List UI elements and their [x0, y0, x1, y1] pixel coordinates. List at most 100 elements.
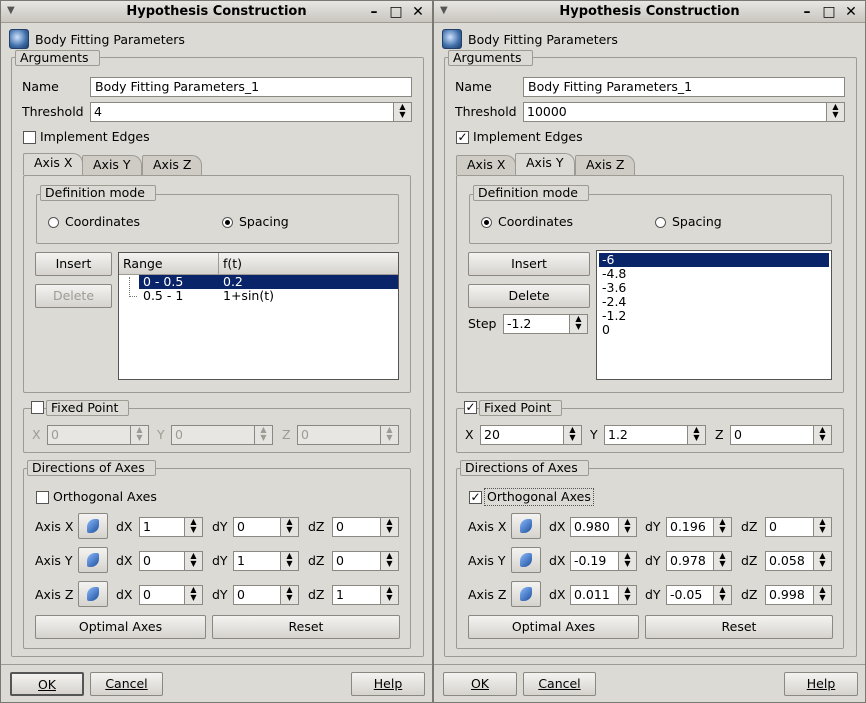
close-icon[interactable]: ✕	[843, 3, 859, 21]
axis-direction-icon[interactable]	[78, 547, 108, 573]
spin-arrows-icon[interactable]: ▲ ▼	[380, 518, 398, 536]
spin-arrows-icon[interactable]: ▲ ▼	[184, 586, 202, 604]
table-header-range[interactable]: Range	[119, 253, 219, 275]
axis-direction-icon[interactable]	[78, 581, 108, 607]
maximize-icon[interactable]: □	[821, 3, 837, 21]
ok-button[interactable]: OK	[443, 672, 517, 696]
axis-x-dz-spinbox[interactable]: 0 ▲ ▼	[332, 517, 399, 537]
orthogonal-axes-checkbox[interactable]	[36, 491, 49, 504]
spin-arrows-icon[interactable]: ▲ ▼	[280, 518, 298, 536]
maximize-icon[interactable]: □	[388, 3, 404, 21]
close-icon[interactable]: ✕	[410, 3, 426, 21]
spin-arrows-icon[interactable]: ▲ ▼	[130, 426, 148, 444]
axis-y-dy-spinbox[interactable]: 0.978 ▲ ▼	[666, 551, 732, 571]
spin-arrows-icon[interactable]: ▲ ▼	[813, 586, 831, 604]
axis-y-dz-spinbox[interactable]: 0 ▲ ▼	[332, 551, 399, 571]
spin-arrows-icon[interactable]: ▲ ▼	[184, 518, 202, 536]
spin-arrows-icon[interactable]: ▲ ▼	[563, 426, 581, 444]
reset-button[interactable]: Reset	[212, 615, 400, 639]
name-field[interactable]: Body Fitting Parameters_1	[523, 77, 845, 97]
spacing-table[interactable]: Range f(t) 0 - 0.5 0.2 0.5 - 1 1+sin(t)	[118, 252, 399, 380]
tab-axis-z[interactable]: Axis Z	[142, 155, 203, 175]
axis-direction-icon[interactable]	[78, 513, 108, 539]
axis-x-dy-spinbox[interactable]: 0 ▲ ▼	[233, 517, 299, 537]
step-spinbox[interactable]: -1.2 ▲ ▼	[503, 314, 588, 334]
spin-arrows-icon[interactable]: ▲ ▼	[393, 103, 411, 121]
axis-z-dy-spinbox[interactable]: 0 ▲ ▼	[233, 585, 299, 605]
threshold-spinbox[interactable]: 10000 ▲ ▼	[523, 102, 845, 122]
insert-button[interactable]: Insert	[35, 252, 112, 276]
title-bar[interactable]: ▼ Hypothesis Construction – □ ✕	[434, 1, 865, 23]
help-button[interactable]: Help	[784, 672, 858, 696]
spin-arrows-icon[interactable]: ▲ ▼	[618, 518, 636, 536]
spin-arrows-icon[interactable]: ▲ ▼	[813, 552, 831, 570]
spin-arrows-icon[interactable]: ▲ ▼	[280, 586, 298, 604]
axis-x-dz-spinbox[interactable]: 0 ▲ ▼	[765, 517, 832, 537]
spin-arrows-icon[interactable]: ▲ ▼	[184, 552, 202, 570]
tab-axis-x[interactable]: Axis X	[456, 155, 517, 175]
fixed-z-spinbox[interactable]: 0 ▲ ▼	[730, 425, 832, 445]
spin-arrows-icon[interactable]: ▲ ▼	[380, 586, 398, 604]
table-row[interactable]: 0.5 - 1 1+sin(t)	[139, 288, 398, 303]
coordinates-list[interactable]: -6 -4.8 -3.6 -2.4 -1.2 0	[596, 250, 832, 380]
axis-y-dx-spinbox[interactable]: 0 ▲ ▼	[139, 551, 203, 571]
axis-y-dy-spinbox[interactable]: 1 ▲ ▼	[233, 551, 299, 571]
list-item[interactable]: -2.4	[599, 295, 829, 309]
ok-button[interactable]: OK	[10, 672, 84, 696]
fixed-x-spinbox[interactable]: 20 ▲ ▼	[480, 425, 582, 445]
axis-z-dx-spinbox[interactable]: 0 ▲ ▼	[139, 585, 203, 605]
spin-arrows-icon[interactable]: ▲ ▼	[813, 426, 831, 444]
tab-axis-x[interactable]: Axis X	[23, 153, 84, 175]
spin-arrows-icon[interactable]: ▲ ▼	[618, 586, 636, 604]
minimize-icon[interactable]: –	[799, 3, 815, 21]
axis-y-dz-spinbox[interactable]: 0.058 ▲ ▼	[765, 551, 832, 571]
list-item[interactable]: 0	[599, 323, 829, 337]
fixed-point-checkbox[interactable]	[31, 401, 44, 414]
delete-button[interactable]: Delete	[35, 284, 112, 308]
axis-direction-icon[interactable]	[511, 513, 541, 539]
axis-direction-icon[interactable]	[511, 581, 541, 607]
insert-button[interactable]: Insert	[468, 252, 590, 276]
fixed-point-checkbox[interactable]: ✓	[464, 401, 477, 414]
minimize-icon[interactable]: –	[366, 3, 382, 21]
spacing-radio[interactable]	[222, 217, 233, 228]
axis-z-dz-spinbox[interactable]: 0.998 ▲ ▼	[765, 585, 832, 605]
spin-arrows-icon[interactable]: ▲ ▼	[254, 426, 272, 444]
spin-arrows-icon[interactable]: ▲ ▼	[380, 552, 398, 570]
implement-edges-checkbox[interactable]: ✓	[456, 131, 469, 144]
axis-z-dz-spinbox[interactable]: 1 ▲ ▼	[332, 585, 399, 605]
coordinates-radio[interactable]	[481, 217, 492, 228]
tab-axis-y[interactable]: Axis Y	[515, 153, 575, 175]
orthogonal-axes-checkbox[interactable]: ✓	[469, 491, 482, 504]
list-item[interactable]: -3.6	[599, 281, 829, 295]
cancel-button[interactable]: Cancel	[523, 672, 596, 696]
fixed-y-spinbox[interactable]: 0 ▲ ▼	[171, 425, 273, 445]
spin-arrows-icon[interactable]: ▲ ▼	[618, 552, 636, 570]
fixed-y-spinbox[interactable]: 1.2 ▲ ▼	[604, 425, 706, 445]
spin-arrows-icon[interactable]: ▲ ▼	[713, 518, 731, 536]
list-item[interactable]: -1.2	[599, 309, 829, 323]
list-item[interactable]: -4.8	[599, 267, 829, 281]
spin-arrows-icon[interactable]: ▲ ▼	[713, 552, 731, 570]
spin-arrows-icon[interactable]: ▲ ▼	[813, 518, 831, 536]
spin-arrows-icon[interactable]: ▲ ▼	[280, 552, 298, 570]
coordinates-radio[interactable]	[48, 217, 59, 228]
axis-x-dx-spinbox[interactable]: 0.980 ▲ ▼	[570, 517, 637, 537]
spin-arrows-icon[interactable]: ▲ ▼	[713, 586, 731, 604]
fixed-z-spinbox[interactable]: 0 ▲ ▼	[297, 425, 399, 445]
optimal-axes-button[interactable]: Optimal Axes	[468, 615, 639, 639]
spin-arrows-icon[interactable]: ▲ ▼	[569, 315, 587, 333]
axis-x-dy-spinbox[interactable]: 0.196 ▲ ▼	[666, 517, 732, 537]
axis-x-dx-spinbox[interactable]: 1 ▲ ▼	[139, 517, 203, 537]
list-item[interactable]: -6	[599, 253, 829, 267]
spin-arrows-icon[interactable]: ▲ ▼	[826, 103, 844, 121]
reset-button[interactable]: Reset	[645, 615, 833, 639]
threshold-spinbox[interactable]: 4 ▲ ▼	[90, 102, 412, 122]
title-bar[interactable]: ▼ Hypothesis Construction – □ ✕	[1, 1, 432, 23]
tab-axis-y[interactable]: Axis Y	[82, 155, 142, 175]
axis-z-dx-spinbox[interactable]: 0.011 ▲ ▼	[570, 585, 637, 605]
name-field[interactable]: Body Fitting Parameters_1	[90, 77, 412, 97]
table-row[interactable]: 0 - 0.5 0.2	[139, 274, 398, 289]
cancel-button[interactable]: Cancel	[90, 672, 163, 696]
delete-button[interactable]: Delete	[468, 284, 590, 308]
